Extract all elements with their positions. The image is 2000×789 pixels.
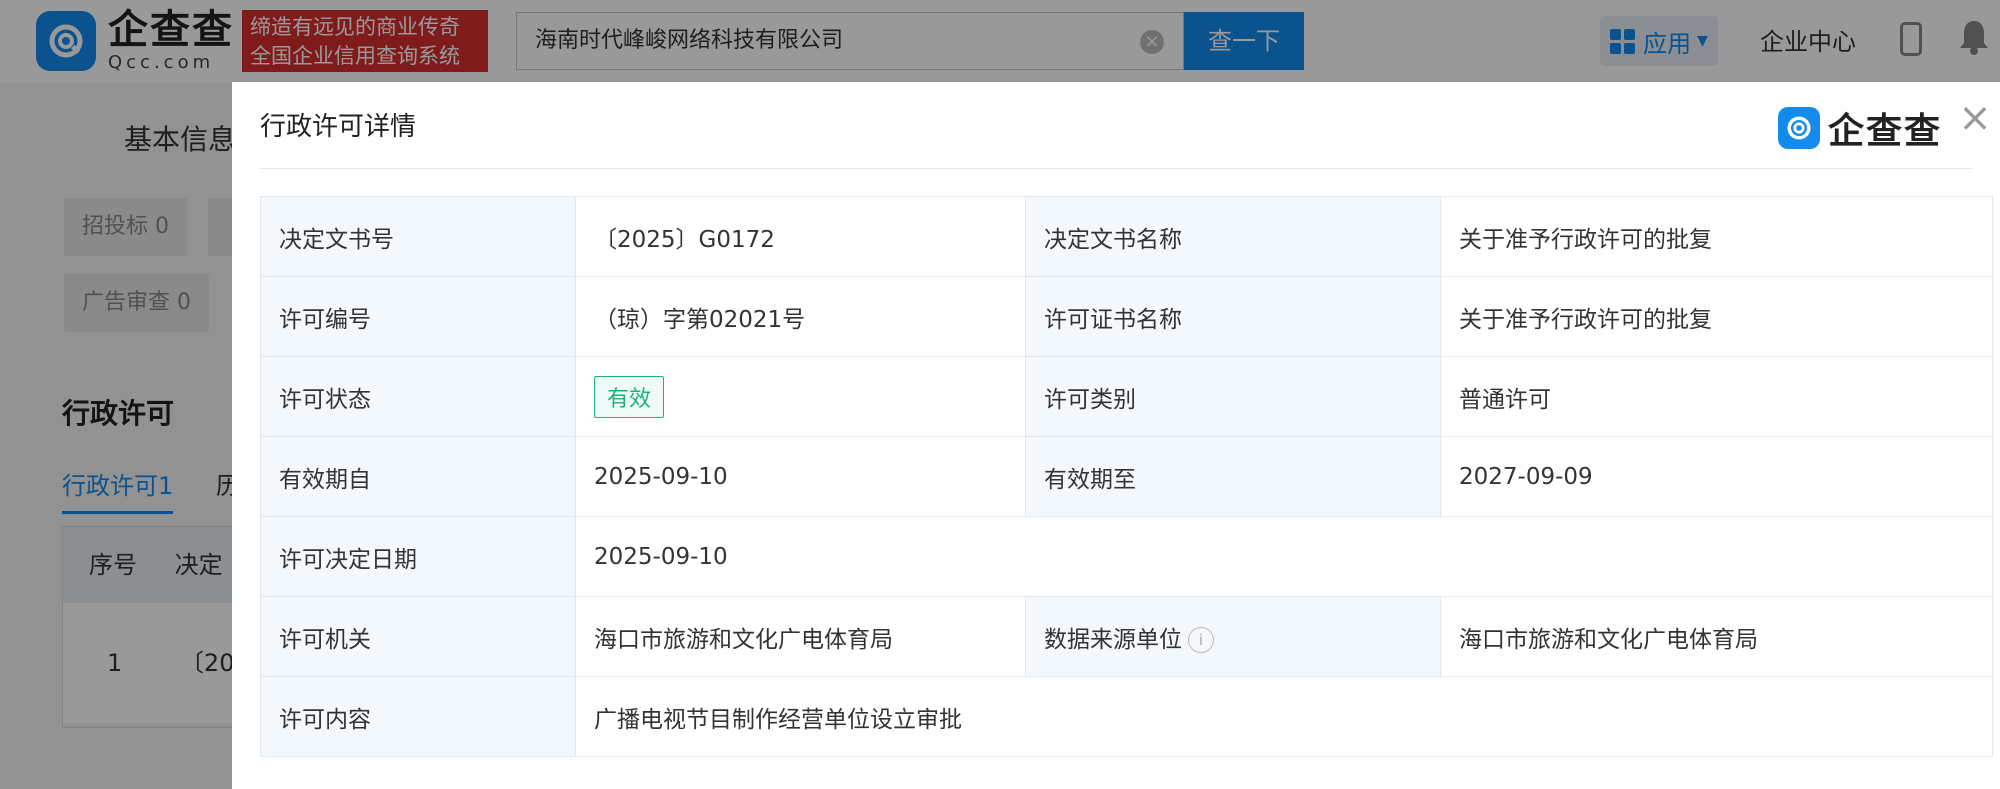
label-decision-date: 许可决定日期 [260, 516, 576, 597]
value-license-category: 普通许可 [1440, 356, 1993, 437]
detail-table: 决定文书号 〔2025〕G0172 决定文书名称 关于准予行政许可的批复 许可编… [260, 196, 1993, 757]
label-license-category: 许可类别 [1025, 356, 1441, 437]
value-license-status: 有效 [575, 356, 1026, 437]
license-detail-modal: 行政许可详情 企查查 × 决定文书号 〔2025〕G0172 决定文书名称 关于… [232, 82, 2000, 789]
label-certificate-name: 许可证书名称 [1025, 276, 1441, 357]
value-data-source: 海口市旅游和文化广电体育局 [1440, 596, 1993, 677]
detail-row: 有效期自 2025-09-10 有效期至 2027-09-09 [260, 436, 1993, 517]
value-decision-no: 〔2025〕G0172 [575, 196, 1026, 277]
label-valid-from: 有效期自 [260, 436, 576, 517]
value-authority: 海口市旅游和文化广电体育局 [575, 596, 1026, 677]
modal-title: 行政许可详情 [260, 112, 417, 142]
info-icon[interactable]: i [1188, 627, 1214, 653]
detail-row: 许可编号 （琼）字第02021号 许可证书名称 关于准予行政许可的批复 [260, 276, 1993, 357]
modal-logo: 企查查 [1778, 102, 1942, 154]
label-data-source-text: 数据来源单位 [1044, 626, 1182, 653]
label-valid-to: 有效期至 [1025, 436, 1441, 517]
value-valid-to: 2027-09-09 [1440, 436, 1993, 517]
value-license-no: （琼）字第02021号 [575, 276, 1026, 357]
value-decision-name: 关于准予行政许可的批复 [1440, 196, 1993, 277]
detail-row: 许可状态 有效 许可类别 普通许可 [260, 356, 1993, 437]
label-authority: 许可机关 [260, 596, 576, 677]
detail-row: 许可内容 广播电视节目制作经营单位设立审批 [260, 676, 1993, 757]
close-icon[interactable]: × [1958, 98, 1992, 138]
label-license-status: 许可状态 [260, 356, 576, 437]
detail-row: 许可机关 海口市旅游和文化广电体育局 数据来源单位 i 海口市旅游和文化广电体育局 [260, 596, 1993, 677]
label-license-no: 许可编号 [260, 276, 576, 357]
value-certificate-name: 关于准予行政许可的批复 [1440, 276, 1993, 357]
label-license-content: 许可内容 [260, 676, 576, 757]
value-valid-from: 2025-09-10 [575, 436, 1026, 517]
value-license-content: 广播电视节目制作经营单位设立审批 [575, 676, 1993, 757]
label-decision-no: 决定文书号 [260, 196, 576, 277]
modal-logo-text: 企查查 [1828, 111, 1943, 152]
label-data-source: 数据来源单位 i [1025, 596, 1441, 677]
detail-row: 决定文书号 〔2025〕G0172 决定文书名称 关于准予行政许可的批复 [260, 196, 1993, 277]
status-badge: 有效 [594, 375, 665, 418]
logo-badge-icon [1778, 107, 1820, 149]
divider [260, 168, 1972, 169]
detail-row: 许可决定日期 2025-09-10 [260, 516, 1993, 597]
value-decision-date: 2025-09-10 [575, 516, 1993, 597]
label-decision-name: 决定文书名称 [1025, 196, 1441, 277]
